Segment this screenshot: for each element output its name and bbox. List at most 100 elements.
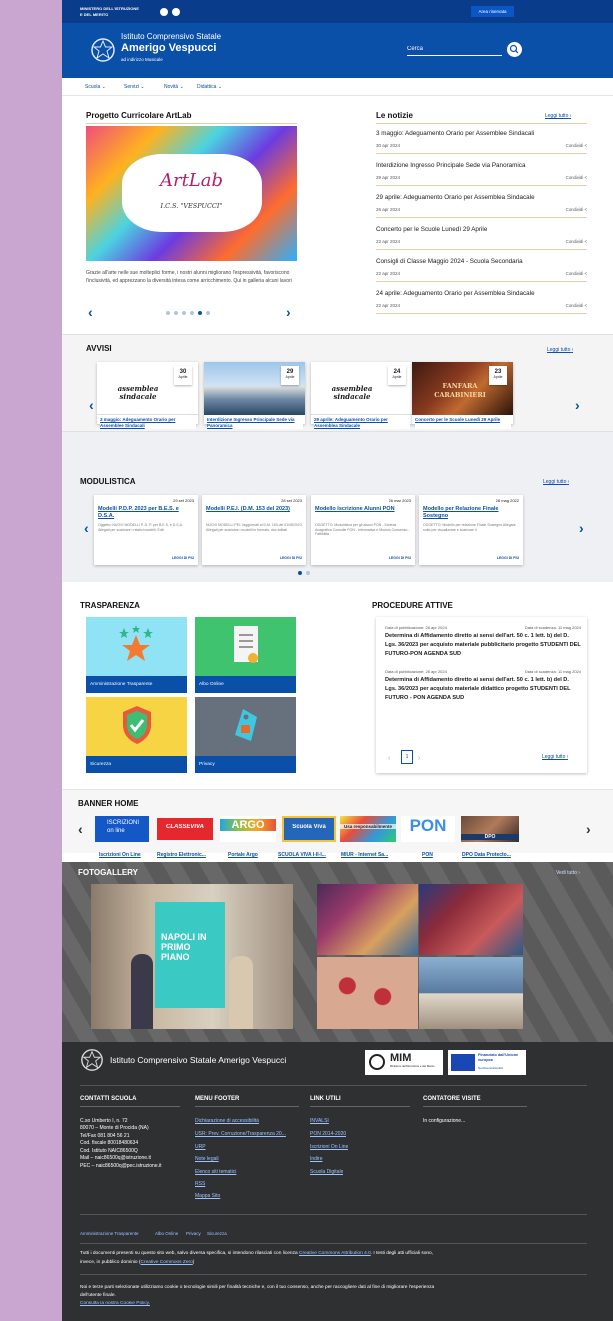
pager-next[interactable]: › xyxy=(418,755,420,762)
avviso-card[interactable]: assemblea sindacale 24 Aprile 29 aprile:… xyxy=(311,362,412,429)
banner-label[interactable]: Iscrizioni On Line xyxy=(99,852,151,858)
news-item-title[interactable]: 24 aprile: Adeguamento Orario per Assemb… xyxy=(376,290,587,297)
avvisi-next-arrow[interactable]: › xyxy=(575,398,580,412)
social-icon-2[interactable] xyxy=(172,8,180,16)
modulo-read-more[interactable]: LEGGI DI PIÙ xyxy=(172,556,194,560)
footer-useful-link[interactable]: Scuola Digitale xyxy=(310,1169,343,1175)
news-item-title[interactable]: Interdizione Ingresso Principale Sede vi… xyxy=(376,162,587,169)
modulo-title[interactable]: Modelli P.E.I. (D.M. 153 del 2023) xyxy=(206,506,302,520)
modulo-title[interactable]: Modelli P.D.P. 2023 per B.E.S. e D.S.A. xyxy=(98,506,194,520)
artlab-slide-image[interactable]: ArtLab I.C.S. "VESPUCCI" xyxy=(86,126,297,261)
artlab-prev-arrow[interactable]: ‹ xyxy=(88,305,93,319)
modulistica-next-arrow[interactable]: › xyxy=(579,521,584,535)
modulistica-dot-active[interactable] xyxy=(298,571,302,575)
nav-item-servizi[interactable]: Servizi ⌄ xyxy=(124,84,145,90)
school-name[interactable]: Amerigo Vespucci xyxy=(121,42,216,54)
news-share-button[interactable]: Condividi < xyxy=(566,175,587,180)
footer-menu-link[interactable]: Dichiarazione di accessibilità xyxy=(195,1118,301,1124)
gallery-photo[interactable] xyxy=(317,957,418,1029)
gallery-photo[interactable] xyxy=(419,957,523,1029)
footer-useful-link[interactable]: Iscrizioni On Line xyxy=(310,1144,348,1150)
avviso-card[interactable]: FANFARA CARABINIERI 23 Aprile Concerto p… xyxy=(412,362,513,429)
footer-menu-link[interactable]: Elenco siti tematici xyxy=(195,1169,301,1175)
modulistica-read-all-link[interactable]: Leggi tutto › xyxy=(543,479,569,485)
news-item[interactable]: 3 maggio: Adeguamento Orario per Assembl… xyxy=(376,126,587,154)
modulo-title[interactable]: Modello Iscrizione Alunni PON xyxy=(315,506,411,520)
artlab-dot[interactable] xyxy=(174,311,178,315)
avvisi-read-all-link[interactable]: Leggi tutto › xyxy=(547,347,573,353)
nav-item-novita[interactable]: Novità ⌄ xyxy=(164,84,184,90)
footer-mim-logo[interactable]: MIM Ministero dell'Istruzione e del Meri… xyxy=(365,1050,443,1075)
news-read-all-link[interactable]: Leggi tutto › xyxy=(545,113,571,119)
cookie-policy-link[interactable]: Consulta la nostra Cookie Policy. xyxy=(80,1301,150,1306)
search-button[interactable] xyxy=(507,42,522,57)
procedure-read-all-link[interactable]: Leggi tutto › xyxy=(542,754,568,760)
search-input[interactable]: Cerca xyxy=(407,46,502,56)
tile-privacy[interactable]: Privacy xyxy=(195,697,296,773)
footer-menu-link[interactable]: RSS xyxy=(195,1181,301,1187)
tile-albo-online[interactable]: Albo Online xyxy=(195,617,296,693)
banner-next-arrow[interactable]: › xyxy=(586,822,591,836)
news-item-title[interactable]: 3 maggio: Adeguamento Orario per Assembl… xyxy=(376,130,587,137)
banner-label[interactable]: PON xyxy=(422,852,442,858)
banner-label[interactable]: Portale Argo xyxy=(228,852,274,858)
footer-menu-link[interactable]: Mappa Sito xyxy=(195,1193,301,1199)
news-item-title[interactable]: 29 aprile: Adeguamento Orario per Assemb… xyxy=(376,194,587,201)
artlab-dot-active[interactable] xyxy=(198,311,202,315)
banner-prev-arrow[interactable]: ‹ xyxy=(78,822,83,836)
license-cc-by-link[interactable]: Creative Commons Attribution 4.0 xyxy=(299,1251,371,1256)
modulistica-prev-arrow[interactable]: ‹ xyxy=(84,521,89,535)
footer-menu-link[interactable]: URP xyxy=(195,1144,301,1150)
artlab-dot[interactable] xyxy=(182,311,186,315)
news-item-title[interactable]: Consigli di Classe Maggio 2024 - Scuola … xyxy=(376,258,587,265)
avviso-card[interactable]: assemblea sindacale 30 Aprile 3 maggio: … xyxy=(97,362,198,429)
artlab-dot[interactable] xyxy=(190,311,194,315)
footer-eu-logo[interactable]: Finanziato dall'Unione europea NextGener… xyxy=(448,1050,526,1075)
news-item[interactable]: 24 aprile: Adeguamento Orario per Assemb… xyxy=(376,286,587,314)
banner-item[interactable]: DPO xyxy=(461,816,519,846)
tile-amministrazione-trasparente[interactable]: Amministrazione Trasparente xyxy=(86,617,187,693)
news-item[interactable]: Concerto per le Scuole Lunedì 29 Aprile … xyxy=(376,222,587,250)
banner-item[interactable]: ARGO xyxy=(220,816,276,846)
banner-item[interactable]: Scuola Viva xyxy=(282,816,336,846)
artlab-dot[interactable] xyxy=(166,311,170,315)
avviso-title[interactable]: Concerto per le Scuole Lunedì 29 Aprile xyxy=(415,417,511,429)
procedure-title-link[interactable]: Determina di Affidamento diretto ai sens… xyxy=(385,632,581,659)
avviso-title[interactable]: Interdizione Ingresso Principale Sede vi… xyxy=(207,417,303,429)
gallery-photo[interactable] xyxy=(419,884,523,955)
news-item[interactable]: 29 aprile: Adeguamento Orario per Assemb… xyxy=(376,190,587,218)
pager-page-current[interactable]: 1 xyxy=(401,750,413,764)
fotogallery-see-all-link[interactable]: Vedi tutto › xyxy=(556,870,580,876)
avviso-card[interactable]: 29 Aprile Interdizione Ingresso Principa… xyxy=(204,362,305,429)
footer-bottom-link[interactable]: Privacy xyxy=(186,1231,201,1236)
modulo-card[interactable]: 28 mag 2022 Modello per Relazione Finale… xyxy=(419,495,523,565)
avviso-title[interactable]: 3 maggio: Adeguamento Orario per Assembl… xyxy=(100,417,196,429)
modulo-title[interactable]: Modello per Relazione Finale Sostegno xyxy=(423,506,519,520)
social-icon-1[interactable] xyxy=(160,8,168,16)
footer-menu-link[interactable]: USR: Prev. Corruzione/Trasparenza 20... xyxy=(195,1131,301,1137)
footer-menu-link[interactable]: Note legali xyxy=(195,1156,301,1162)
news-share-button[interactable]: Condividi < xyxy=(566,207,587,212)
banner-label[interactable]: Registro Elettronic... xyxy=(157,852,213,858)
modulo-card[interactable]: 26 mar 2023 Modello Iscrizione Alunni PO… xyxy=(311,495,415,565)
banner-label[interactable]: DPO Data Protecto... xyxy=(462,852,522,858)
news-item-title[interactable]: Concerto per le Scuole Lunedì 29 Aprile xyxy=(376,226,587,233)
news-share-button[interactable]: Condividi < xyxy=(566,271,587,276)
gallery-photo-main[interactable]: NAPOLI IN PRIMO PIANO xyxy=(91,884,293,1029)
modulo-card[interactable]: 28 set 2023 Modelli P.E.I. (D.M. 153 del… xyxy=(202,495,306,565)
modulo-read-more[interactable]: LEGGI DI PIÙ xyxy=(497,556,519,560)
nav-item-didattica[interactable]: Didattica ⌄ xyxy=(197,84,222,90)
reserved-area-button[interactable]: Area riservata xyxy=(471,6,514,17)
avviso-title[interactable]: 29 aprile: Adeguamento Orario per Assemb… xyxy=(314,417,410,429)
nav-item-scuola[interactable]: Scuola ⌄ xyxy=(85,84,106,90)
footer-useful-link[interactable]: Indire xyxy=(310,1156,323,1162)
avvisi-prev-arrow[interactable]: ‹ xyxy=(89,398,94,412)
license-cc-zero-link[interactable]: Creative Commons Zero xyxy=(141,1260,193,1265)
footer-bottom-link[interactable]: Albo Online xyxy=(155,1231,178,1236)
artlab-next-arrow[interactable]: › xyxy=(286,305,291,319)
news-item[interactable]: Interdizione Ingresso Principale Sede vi… xyxy=(376,158,587,186)
news-item[interactable]: Consigli di Classe Maggio 2024 - Scuola … xyxy=(376,254,587,282)
banner-item[interactable]: ISCRIZIONI on line xyxy=(95,816,149,846)
banner-item[interactable]: CLASSEVIVA xyxy=(157,818,213,842)
banner-item[interactable]: Usa responsabilmente xyxy=(340,816,396,846)
